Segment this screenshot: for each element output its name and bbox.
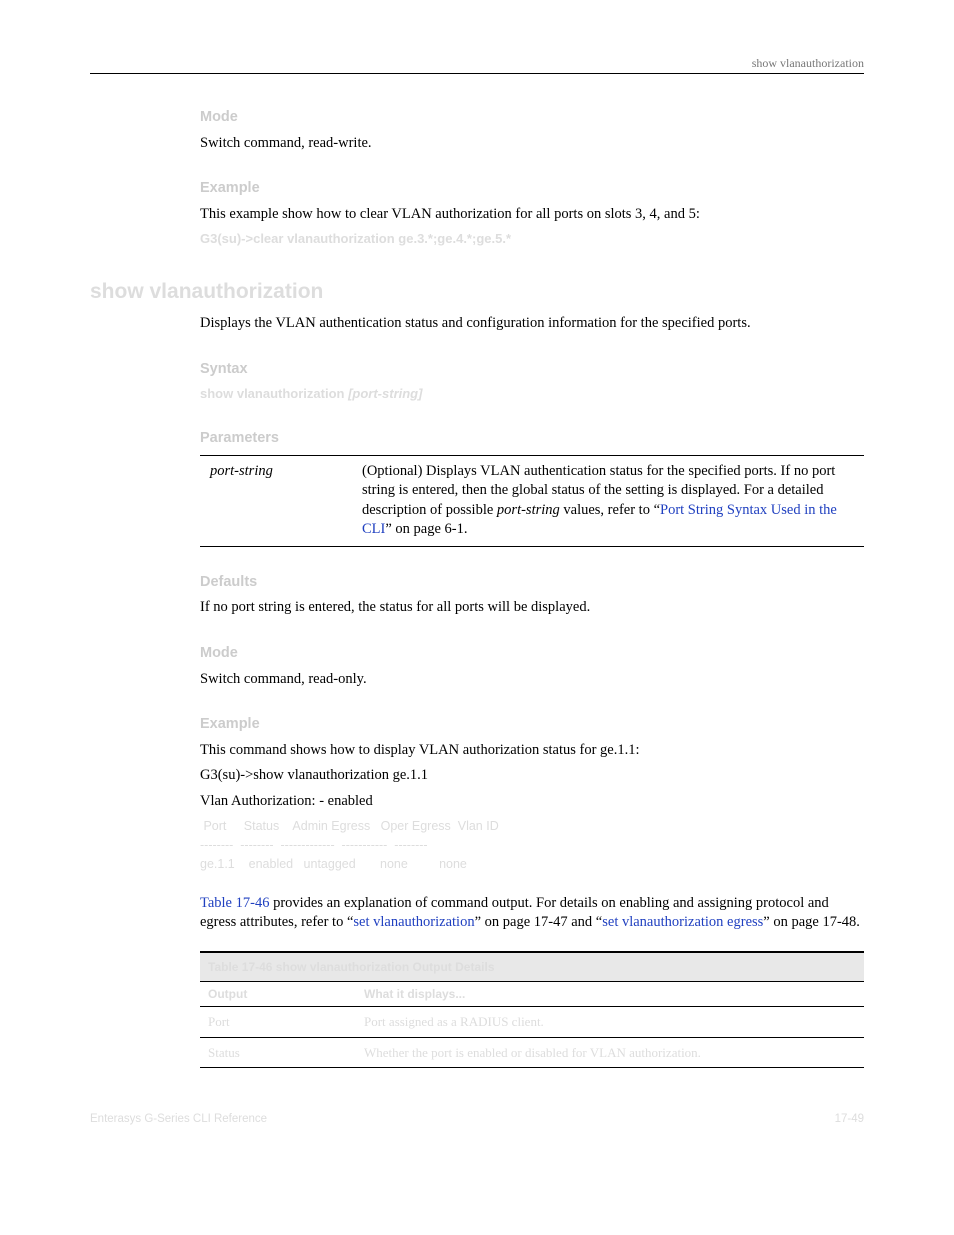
table-cell: Whether the port is enabled or disabled …	[356, 1037, 864, 1068]
param-name: port-string	[200, 455, 356, 546]
footer-right: 17-49	[835, 1112, 864, 1128]
example-line-2: Vlan Authorization: - enabled	[200, 792, 864, 812]
syntax-cmd: show vlanauthorization	[200, 386, 348, 401]
table-row: Output What it displays...	[200, 981, 864, 1006]
syntax-line: show vlanauthorization [port-string]	[200, 385, 864, 403]
defaults-heading: Defaults	[200, 573, 864, 593]
param-desc-em: port-string	[497, 502, 560, 518]
parameters-heading: Parameters	[200, 429, 864, 449]
table-caption: Table 17-46 show vlanauthorization Outpu…	[200, 952, 864, 982]
parameters-table: port-string (Optional) Displays VLAN aut…	[200, 455, 864, 547]
table-col-header-1: Output	[200, 981, 356, 1006]
syntax-heading: Syntax	[200, 360, 864, 380]
mode-heading-1: Mode	[200, 108, 864, 128]
footer-left: Enterasys G-Series CLI Reference	[90, 1112, 267, 1128]
mode-heading-2: Mode	[200, 644, 864, 664]
example-text-2: This command shows how to display VLAN a…	[200, 741, 864, 761]
mode-text-2: Switch command, read-only.	[200, 670, 864, 690]
page-footer: Enterasys G-Series CLI Reference 17-49	[90, 1112, 864, 1128]
table-cell: Status	[200, 1037, 356, 1068]
example-output-block: Port Status Admin Egress Oper Egress Vla…	[200, 817, 864, 873]
set-vlanauth-link[interactable]: set vlanauthorization	[353, 914, 474, 930]
param-description: (Optional) Displays VLAN authentication …	[356, 455, 864, 546]
example-code-1: G3(su)->clear vlanauthorization ge.3.*;g…	[200, 230, 864, 248]
example-heading-1: Example	[200, 179, 864, 199]
table-row: Table 17-46 show vlanauthorization Outpu…	[200, 952, 864, 982]
set-vlanauth-egress-link[interactable]: set vlanauthorization egress	[602, 914, 763, 930]
note-part-c: ” on page 17-48.	[763, 914, 860, 930]
param-desc-part3: ” on page 6-1.	[385, 521, 467, 537]
defaults-text: If no port string is entered, the status…	[200, 598, 864, 618]
table-ref-link[interactable]: Table 17-46	[200, 895, 269, 911]
table-row: Port Port assigned as a RADIUS client.	[200, 1007, 864, 1038]
note-part-b: ” on page 17-47 and “	[475, 914, 603, 930]
mode-text-1: Switch command, read-write.	[200, 134, 864, 154]
running-header: show vlanauthorization	[90, 55, 864, 74]
table-cell: Port assigned as a RADIUS client.	[356, 1007, 864, 1038]
note-paragraph: Table 17-46 provides an explanation of c…	[200, 894, 864, 933]
table-row: Status Whether the port is enabled or di…	[200, 1037, 864, 1068]
table-cell: Port	[200, 1007, 356, 1038]
command-description: Displays the VLAN authentication status …	[200, 314, 864, 334]
example-text-1: This example show how to clear VLAN auth…	[200, 205, 864, 225]
table-col-header-2: What it displays...	[356, 981, 864, 1006]
table-row: port-string (Optional) Displays VLAN aut…	[200, 455, 864, 546]
output-details-table: Table 17-46 show vlanauthorization Outpu…	[200, 951, 864, 1068]
example-line-1: G3(su)->show vlanauthorization ge.1.1	[200, 766, 864, 786]
syntax-arg: [port-string]	[348, 386, 422, 401]
command-title: show vlanauthorization	[90, 278, 864, 306]
example-heading-2: Example	[200, 715, 864, 735]
param-desc-part2: values, refer to “	[560, 502, 660, 518]
